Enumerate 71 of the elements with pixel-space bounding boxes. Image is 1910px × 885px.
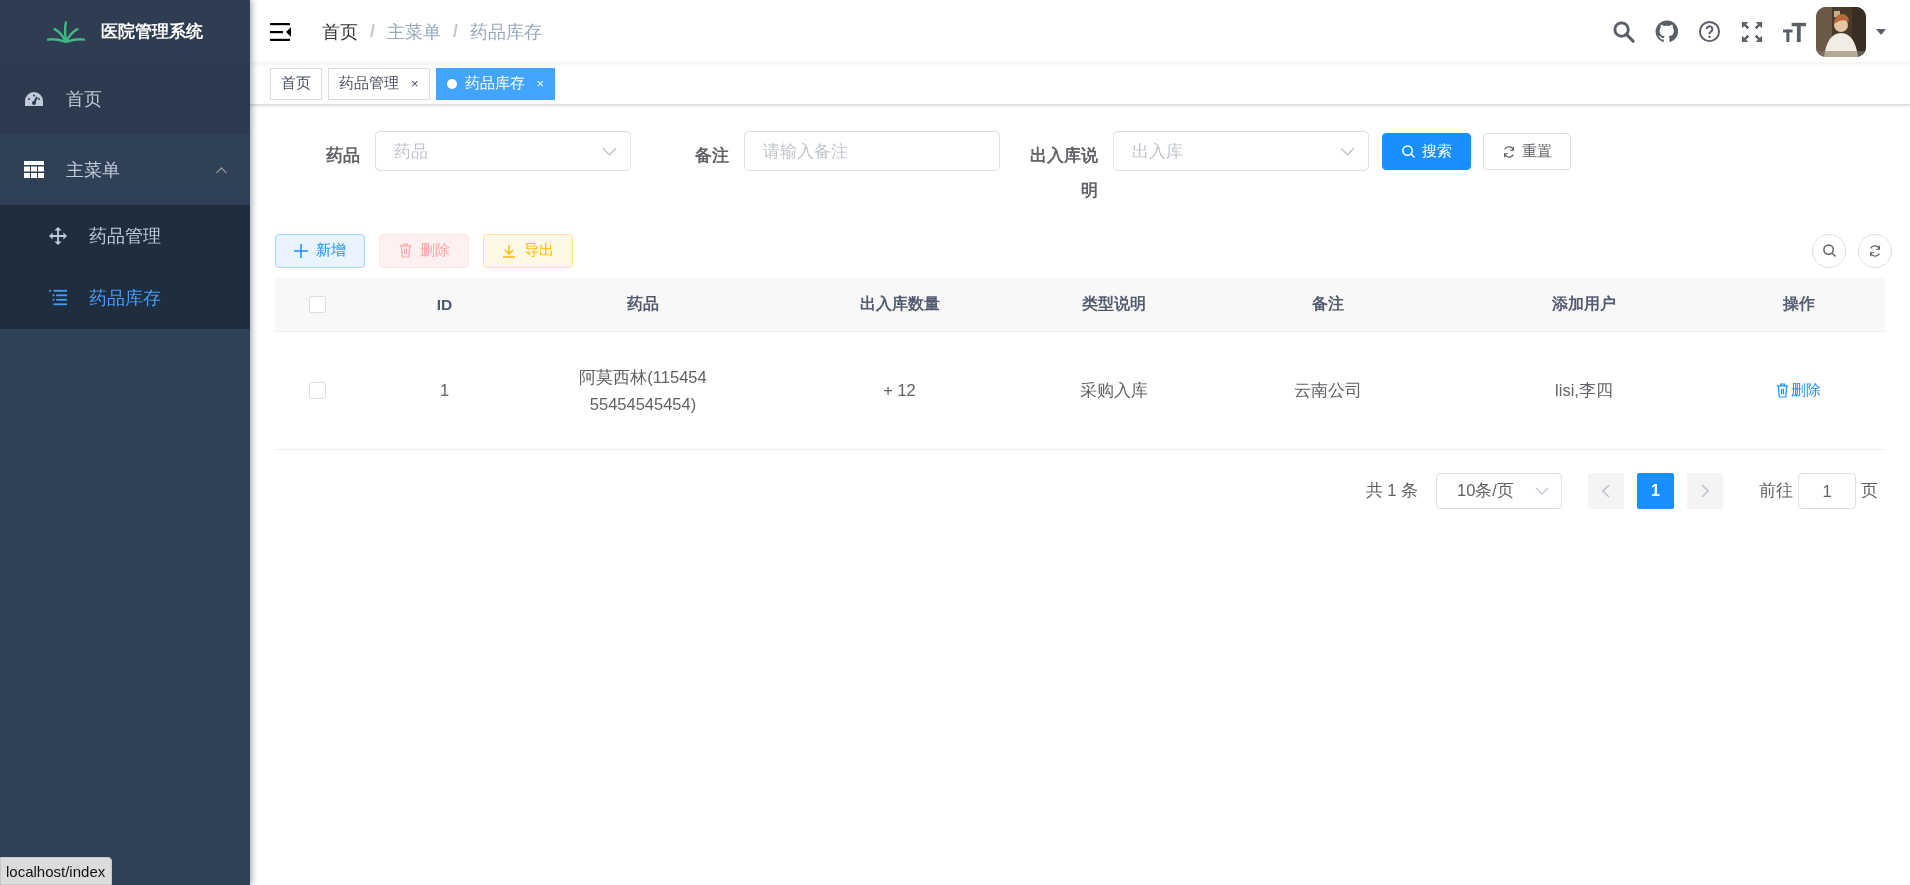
page-number[interactable]: 1 [1637, 473, 1674, 509]
select-field[interactable]: 出入库 [1113, 131, 1369, 171]
refresh-button[interactable] [1858, 233, 1892, 268]
page-tab[interactable]: 药品管理 × [328, 67, 430, 100]
close-icon[interactable]: × [411, 76, 419, 91]
chevron-right-icon [1701, 484, 1709, 498]
add-button[interactable]: 新增 [275, 233, 365, 268]
chevron-down-icon [1340, 147, 1355, 156]
gauge-icon [24, 90, 44, 107]
status-url: localhost/index [0, 857, 113, 885]
field-label: 药品 [325, 145, 361, 167]
help-icon[interactable] [1698, 20, 1721, 43]
search-button[interactable]: 搜索 [1382, 133, 1471, 170]
page-tab[interactable]: 首页 [270, 67, 322, 100]
refresh-icon [1868, 243, 1882, 258]
search-icon[interactable] [1612, 20, 1635, 43]
column-header: 备注 [1312, 294, 1344, 314]
search-icon [1821, 243, 1837, 258]
table-icon [24, 160, 44, 179]
column-header: 添加用户 [1552, 294, 1616, 314]
page-suffix: 页 [1861, 480, 1878, 501]
chevron-left-icon [1602, 484, 1610, 498]
column-header: 出入库数量 [859, 294, 940, 314]
table-cell-text: lisi,李四 [1555, 379, 1613, 401]
reset-button[interactable]: 重置 [1483, 133, 1571, 170]
submenu-item[interactable]: 药品库存 [0, 267, 250, 329]
checkbox[interactable] [309, 382, 326, 399]
field-label: 备注 [694, 145, 730, 167]
chevron-down-icon [602, 147, 617, 156]
select-field[interactable]: 药品 [375, 131, 631, 171]
caret-down-icon[interactable] [1876, 28, 1886, 35]
refresh-icon [1502, 144, 1516, 159]
breadcrumb-separator: / [370, 21, 375, 42]
table-cell: 1 [439, 381, 450, 400]
jump-label: 前往 [1759, 480, 1793, 501]
total-count: 共 1 条 [1365, 480, 1418, 501]
menu-item[interactable]: 首页 [0, 63, 250, 134]
menu-group[interactable]: 主菜单 [0, 134, 250, 205]
breadcrumb-link[interactable]: 首页 [322, 19, 358, 44]
leaves-logo-icon [47, 19, 85, 44]
column-header: 类型说明 [1082, 294, 1146, 314]
table-cell: + 12 [883, 381, 916, 400]
list-icon [49, 289, 67, 307]
table-cell-text: 采购入库 [1080, 379, 1148, 401]
checkbox[interactable] [309, 296, 326, 313]
column-header: ID [436, 295, 453, 314]
app-title: 医院管理系统 [101, 21, 203, 43]
table-cell-text: 阿莫西林(11545455454545454) [579, 367, 707, 415]
github-icon[interactable] [1655, 20, 1678, 43]
input-field[interactable]: 请输入备注 [744, 131, 1000, 171]
page-jump-field[interactable]: 1 [1798, 473, 1856, 509]
text-size-icon[interactable] [1783, 20, 1806, 43]
chevron-down-icon [1535, 487, 1549, 495]
table-cell-text: 云南公司 [1294, 379, 1362, 401]
field-label: 出入库说明 [1029, 145, 1099, 202]
submenu-item[interactable]: 药品管理 [0, 205, 250, 267]
hamburger-icon[interactable] [270, 22, 292, 41]
page-size-select[interactable]: 10条/页 [1436, 473, 1562, 509]
delete-link[interactable]: 删除 [1776, 381, 1821, 400]
move-icon [49, 227, 67, 245]
active-dot-icon [446, 78, 457, 89]
download-icon [502, 243, 516, 258]
plus-icon [294, 243, 308, 258]
trash-icon [1776, 383, 1789, 398]
fullscreen-icon[interactable] [1741, 20, 1763, 43]
search-toggle-button[interactable] [1812, 233, 1846, 268]
search-icon [1401, 144, 1416, 159]
trash-icon [398, 243, 412, 258]
breadcrumb-separator: / [452, 21, 458, 42]
column-header: 药品 [627, 294, 659, 314]
column-header: 操作 [1782, 294, 1815, 314]
